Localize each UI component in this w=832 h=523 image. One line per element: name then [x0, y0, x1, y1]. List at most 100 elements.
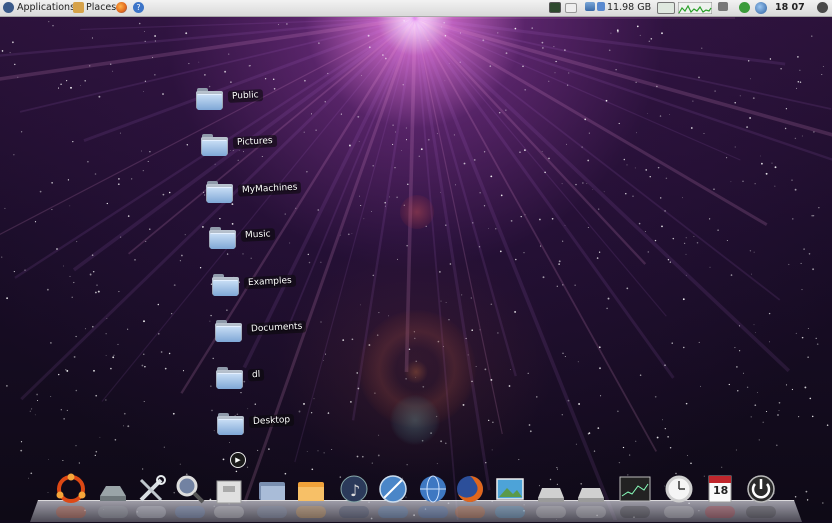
star — [444, 80, 446, 82]
star — [816, 343, 819, 345]
star — [561, 414, 563, 416]
star — [347, 233, 350, 236]
dock-calendar-item[interactable]: 18 — [703, 472, 737, 506]
firefox-icon[interactable] — [116, 2, 127, 13]
folder-icon — [201, 134, 228, 156]
star — [143, 320, 145, 323]
dock-clock-item[interactable] — [662, 472, 696, 506]
star — [685, 237, 687, 239]
network-graph-icon[interactable] — [678, 2, 712, 14]
star — [542, 276, 545, 279]
star — [94, 173, 97, 175]
volume-icon[interactable] — [739, 2, 750, 13]
star — [37, 400, 39, 401]
dock-browser-item[interactable] — [376, 472, 410, 506]
shutdown-icon[interactable] — [817, 2, 828, 13]
star — [664, 209, 667, 212]
ubuntu-menu-icon[interactable] — [3, 2, 14, 13]
star — [794, 137, 797, 140]
network-icon[interactable] — [585, 2, 595, 11]
dock-disk-drive-item[interactable] — [574, 472, 608, 506]
places-menu[interactable]: Places — [86, 0, 116, 16]
cpu-graph-icon[interactable] — [657, 2, 675, 14]
star — [737, 390, 739, 392]
desktop-icon-documents[interactable]: Documents — [215, 318, 335, 348]
star — [75, 335, 77, 338]
dock-home-folder-item[interactable] — [294, 472, 328, 506]
star — [755, 332, 756, 333]
dock-tools-item[interactable] — [134, 472, 168, 506]
desktop-icon-examples[interactable]: Examples — [212, 272, 332, 302]
star — [470, 297, 472, 299]
star — [605, 99, 608, 102]
star — [761, 162, 763, 165]
star — [30, 472, 33, 475]
star — [635, 440, 637, 442]
desktop-icon-pictures[interactable]: Pictures — [201, 132, 321, 162]
star — [778, 401, 781, 404]
dock-firefox-item[interactable] — [453, 472, 487, 506]
dock-system-monitor-item[interactable] — [618, 472, 652, 506]
star — [606, 307, 608, 310]
star — [818, 207, 820, 209]
star — [67, 179, 70, 181]
search-icon — [176, 475, 205, 504]
star — [780, 68, 782, 70]
star — [587, 226, 589, 228]
folder-icon — [215, 320, 242, 342]
globe-icon[interactable] — [755, 2, 767, 14]
dock-folder-item[interactable] — [255, 472, 289, 506]
star — [396, 196, 398, 199]
help-icon[interactable]: ? — [133, 2, 144, 13]
star — [12, 41, 14, 44]
mail-icon[interactable] — [565, 3, 577, 13]
dock-trash-item[interactable] — [212, 472, 246, 506]
dock-ubuntu-logo-item[interactable] — [54, 472, 88, 506]
star — [48, 21, 50, 23]
battery-icon[interactable] — [718, 2, 728, 11]
star — [499, 250, 502, 253]
desktop-icon-public[interactable]: Public — [196, 86, 316, 116]
dock-search-item[interactable] — [173, 472, 207, 506]
star — [806, 499, 809, 501]
star — [179, 260, 181, 262]
star — [541, 41, 544, 44]
dock-globe-item[interactable] — [416, 472, 450, 506]
star — [522, 65, 524, 68]
star — [331, 449, 333, 450]
star — [214, 163, 216, 165]
dock-reflection — [56, 506, 86, 518]
star — [29, 410, 31, 412]
star — [172, 412, 175, 415]
star — [149, 228, 151, 230]
star — [89, 273, 92, 276]
desktop-icon-desktop[interactable]: Desktop — [217, 411, 337, 441]
star — [106, 318, 108, 319]
dock-disk-drive-item[interactable] — [534, 472, 568, 506]
desktop-icon-dl[interactable]: dl — [216, 365, 336, 395]
star — [20, 449, 23, 452]
star — [210, 385, 212, 387]
applications-menu[interactable]: Applications — [17, 0, 75, 16]
star — [785, 108, 788, 110]
firefox-icon — [457, 476, 483, 502]
dock-music-player-item[interactable]: ♪ — [337, 472, 371, 506]
star — [440, 191, 441, 193]
star — [112, 70, 114, 72]
star — [548, 157, 550, 160]
dock-drive-item[interactable] — [96, 472, 130, 506]
star — [228, 442, 230, 443]
star — [784, 127, 787, 130]
desktop-icon-music[interactable]: Music — [209, 225, 329, 255]
star — [587, 159, 590, 162]
desktop-icon-mymachines[interactable]: MyMachines — [206, 179, 326, 209]
disk-drive-icon — [578, 488, 604, 502]
dock-image-viewer-item[interactable] — [493, 472, 527, 506]
panel-clock[interactable]: 18 07 — [775, 0, 805, 16]
star — [436, 133, 438, 135]
star — [554, 72, 556, 74]
dock-power-item[interactable] — [744, 472, 778, 506]
monitor-icon[interactable] — [549, 2, 561, 13]
star — [147, 160, 149, 163]
star — [60, 83, 62, 85]
